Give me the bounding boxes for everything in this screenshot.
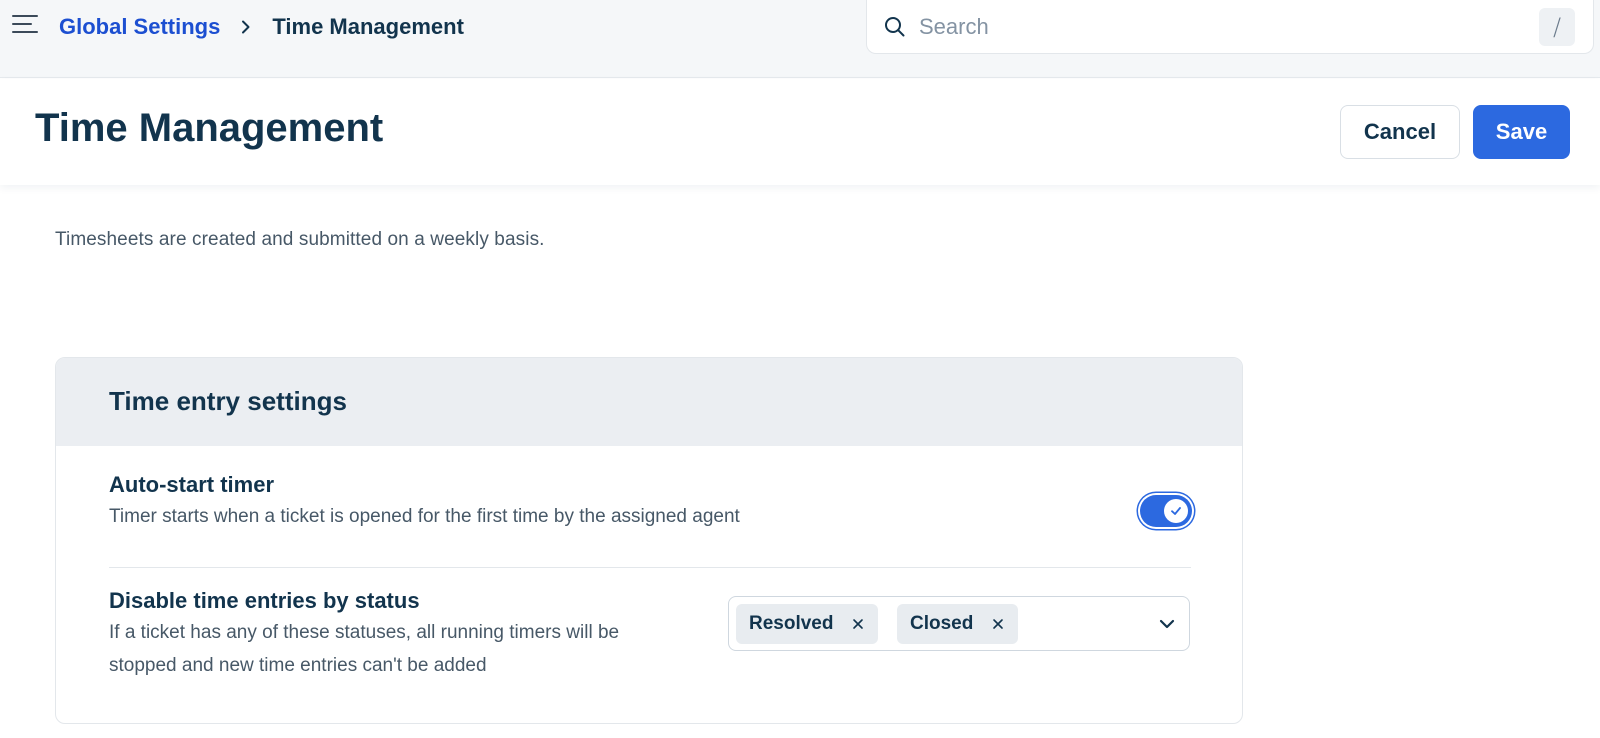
time-entry-settings-card: Time entry settings Auto-start timer Tim… <box>55 357 1243 724</box>
breadcrumb: Global Settings Time Management <box>59 13 464 41</box>
close-icon[interactable] <box>991 617 1005 631</box>
auto-start-timer-title: Auto-start timer <box>109 472 275 497</box>
search-shortcut-hint: / <box>1539 8 1575 46</box>
chip-label: Resolved <box>749 613 834 634</box>
search-icon <box>883 15 907 39</box>
auto-start-timer-description: Timer starts when a ticket is opened for… <box>109 506 740 527</box>
cancel-button[interactable]: Cancel <box>1340 105 1460 159</box>
save-button[interactable]: Save <box>1473 105 1570 159</box>
global-search-box[interactable]: / <box>866 0 1594 54</box>
disable-by-status-description-line-2: stopped and new time entries can't be ad… <box>109 655 487 676</box>
chevron-down-icon[interactable] <box>1157 614 1177 634</box>
close-icon[interactable] <box>851 617 865 631</box>
row-divider <box>109 567 1191 568</box>
disable-by-status-description-line-1: If a ticket has any of these statuses, a… <box>109 622 620 643</box>
breadcrumb-global-settings-link[interactable]: Global Settings <box>59 14 220 40</box>
chip-label: Closed <box>910 613 974 634</box>
page-header: Time Management Cancel Save <box>0 79 1600 185</box>
top-navigation-bar: Global Settings Time Management / <box>0 0 1600 78</box>
intro-text: Timesheets are created and submitted on … <box>55 229 545 250</box>
status-chip-resolved: Resolved <box>736 604 879 644</box>
page-title: Time Management <box>35 106 384 150</box>
auto-start-timer-toggle[interactable] <box>1140 495 1192 527</box>
search-input[interactable] <box>919 10 1499 44</box>
chevron-right-icon <box>240 20 252 34</box>
card-title: Time entry settings <box>109 386 347 416</box>
hamburger-menu-icon[interactable] <box>12 12 42 38</box>
disable-by-status-title: Disable time entries by status <box>109 588 420 613</box>
status-chip-closed: Closed <box>897 604 1019 644</box>
check-icon <box>1164 499 1188 523</box>
breadcrumb-current-page: Time Management <box>272 14 464 39</box>
status-multiselect[interactable]: Resolved Closed <box>728 596 1190 651</box>
card-header: Time entry settings <box>56 358 1242 446</box>
